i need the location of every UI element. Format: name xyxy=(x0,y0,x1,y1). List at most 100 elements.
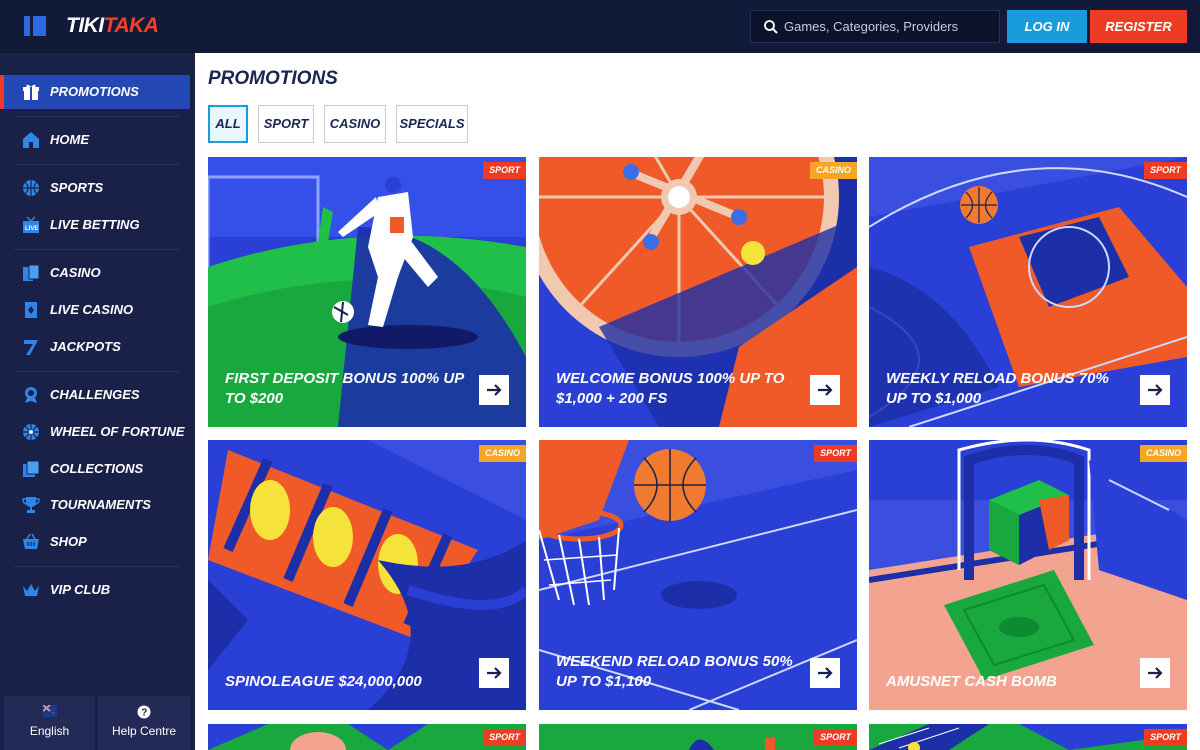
card-arrow-button[interactable] xyxy=(479,658,509,688)
card-title: FIRST DEPOSIT BONUS 100% UP TO $200 xyxy=(225,370,464,407)
promo-card-row3-3[interactable]: SPORT xyxy=(869,724,1187,750)
basket-icon xyxy=(23,533,39,549)
arrow-right-icon xyxy=(1148,667,1163,679)
site-logo[interactable]: TIKITAKA xyxy=(66,14,159,38)
tab-sport[interactable]: SPORT xyxy=(258,105,314,143)
cards-icon xyxy=(23,264,40,281)
language-label: English xyxy=(29,724,70,738)
badge-casino: CASINO xyxy=(809,162,857,179)
sidebar-item-label: CHALLENGES xyxy=(50,387,140,402)
sidebar-item-label: LIVE CASINO xyxy=(50,302,134,317)
login-button[interactable]: LOG IN xyxy=(1007,10,1087,43)
card-title: WELCOME BONUS 100% UP TO $1,000 + 200 FS xyxy=(556,370,785,407)
menu-toggle-icon[interactable] xyxy=(24,16,46,36)
sidebar: PROMOTIONS HOME SPORTS LIVE LIVE BETTING… xyxy=(0,53,195,750)
gift-icon xyxy=(23,84,39,100)
sidebar-item-label: HOME xyxy=(50,132,89,147)
flag-icon xyxy=(42,705,57,717)
badge-casino: CASINO xyxy=(1139,445,1187,462)
svg-text:LIVE: LIVE xyxy=(25,226,38,232)
promo-card-amusnet-cash-bomb[interactable]: CASINO AMUSNET CASH BOMB xyxy=(869,440,1187,710)
sidebar-item-sports[interactable]: SPORTS xyxy=(0,171,190,205)
medal-icon xyxy=(25,387,37,403)
sidebar-item-vip-club[interactable]: VIP CLUB xyxy=(0,573,190,607)
arrow-right-icon xyxy=(818,384,833,396)
sidebar-item-shop[interactable]: SHOP xyxy=(0,525,190,559)
card-arrow-button[interactable] xyxy=(810,658,840,688)
search-icon xyxy=(764,20,778,34)
arrow-right-icon xyxy=(487,384,502,396)
sidebar-item-label: CASINO xyxy=(50,265,101,280)
card-title: SPINOLEAGUE $24,000,000 xyxy=(225,673,422,690)
sidebar-item-challenges[interactable]: CHALLENGES xyxy=(0,378,190,412)
live-casino-icon xyxy=(25,302,37,318)
sport-illustration xyxy=(208,724,526,750)
promo-card-first-deposit[interactable]: SPORT FIRST DEPOSIT BONUS 100% UP TO $20… xyxy=(208,157,526,427)
sidebar-item-label: LIVE BETTING xyxy=(50,217,140,232)
live-tv-icon: LIVE xyxy=(23,216,39,233)
arrow-right-icon xyxy=(818,667,833,679)
tab-casino[interactable]: CASINO xyxy=(324,105,386,143)
help-label: Help Centre xyxy=(111,724,177,738)
wheel-icon xyxy=(23,424,39,440)
sport-illustration xyxy=(869,724,1187,750)
language-selector[interactable]: English xyxy=(4,696,95,750)
badge-sport: SPORT xyxy=(1144,729,1187,746)
top-header: TIKITAKA LOG IN REGISTER xyxy=(0,0,1200,53)
tab-all[interactable]: ALL xyxy=(208,105,248,143)
promo-card-weekend-reload[interactable]: SPORT WEEKEND RELOAD BONUS 50% UP TO $1,… xyxy=(539,440,857,710)
sidebar-item-tournaments[interactable]: TOURNAMENTS xyxy=(0,488,190,522)
svg-text:?: ? xyxy=(141,708,147,719)
sidebar-item-label: VIP CLUB xyxy=(50,582,111,597)
search-input[interactable] xyxy=(784,11,994,42)
badge-sport: SPORT xyxy=(814,445,857,462)
badge-sport: SPORT xyxy=(1144,162,1187,179)
promo-card-weekly-reload[interactable]: SPORT WEEKLY RELOAD BONUS 70% UP TO $1,0… xyxy=(869,157,1187,427)
card-arrow-button[interactable] xyxy=(1140,375,1170,405)
sidebar-item-label: SHOP xyxy=(50,534,87,549)
badge-sport: SPORT xyxy=(814,729,857,746)
promo-card-spinoleague[interactable]: CASINO SPINOLEAGUE $24,000,000 xyxy=(208,440,526,710)
logo-text-white: TIKI xyxy=(66,14,104,37)
crown-icon xyxy=(23,584,39,596)
promo-card-welcome-bonus[interactable]: CASINO WELCOME BONUS 100% UP TO $1,000 +… xyxy=(539,157,857,427)
sidebar-item-label: SPORTS xyxy=(50,180,104,195)
badge-sport: SPORT xyxy=(483,162,526,179)
card-arrow-button[interactable] xyxy=(810,375,840,405)
collections-icon xyxy=(23,460,40,477)
sidebar-item-live-casino[interactable]: LIVE CASINO xyxy=(0,293,190,327)
sidebar-item-live-betting[interactable]: LIVE LIVE BETTING xyxy=(0,208,190,242)
trophy-icon xyxy=(22,497,40,513)
sidebar-item-label: TOURNAMENTS xyxy=(50,497,151,512)
promo-card-row3-2[interactable]: SPORT xyxy=(539,724,857,750)
seven-icon xyxy=(24,340,38,355)
basketball-icon xyxy=(23,180,39,196)
help-centre-link[interactable]: ? Help Centre xyxy=(98,696,190,750)
card-arrow-button[interactable] xyxy=(1140,658,1170,688)
register-button[interactable]: REGISTER xyxy=(1090,10,1187,43)
card-title: AMUSNET CASH BOMB xyxy=(886,673,1057,690)
sidebar-item-label: COLLECTIONS xyxy=(50,461,144,476)
sidebar-item-promotions[interactable]: PROMOTIONS xyxy=(0,75,190,109)
arrow-right-icon xyxy=(487,667,502,679)
logo-text-red: TAKA xyxy=(103,14,159,37)
sidebar-item-home[interactable]: HOME xyxy=(0,123,190,157)
sidebar-item-label: WHEEL OF FORTUNE xyxy=(50,424,185,439)
search-box[interactable] xyxy=(750,10,1000,43)
sidebar-item-casino[interactable]: CASINO xyxy=(0,256,190,290)
promo-card-row3-1[interactable]: SPORT xyxy=(208,724,526,750)
card-arrow-button[interactable] xyxy=(479,375,509,405)
home-icon xyxy=(23,132,39,148)
badge-casino: CASINO xyxy=(478,445,526,462)
sidebar-item-jackpots[interactable]: JACKPOTS xyxy=(0,330,190,364)
badge-sport: SPORT xyxy=(483,729,526,746)
tab-specials[interactable]: SPECIALS xyxy=(396,105,468,143)
sidebar-item-label: PROMOTIONS xyxy=(50,84,139,99)
help-icon: ? xyxy=(137,705,151,719)
sidebar-item-label: JACKPOTS xyxy=(50,339,121,354)
arrow-right-icon xyxy=(1148,384,1163,396)
sidebar-item-collections[interactable]: COLLECTIONS xyxy=(0,452,190,486)
card-title: WEEKLY RELOAD BONUS 70% UP TO $1,000 xyxy=(886,370,1109,407)
sidebar-item-wheel-of-fortune[interactable]: WHEEL OF FORTUNE xyxy=(0,415,190,449)
sport-illustration xyxy=(539,724,857,750)
